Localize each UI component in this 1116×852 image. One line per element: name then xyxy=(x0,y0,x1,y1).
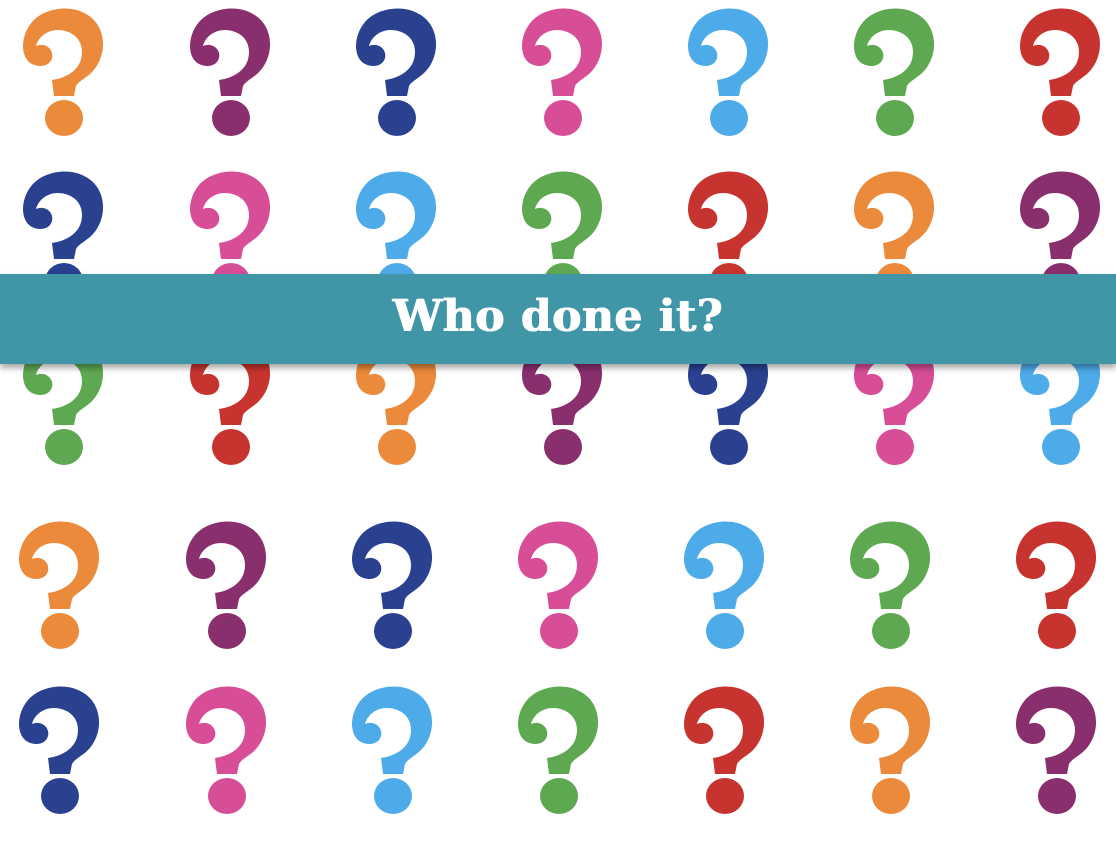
question-mark-icon xyxy=(352,521,433,649)
question-mark-icon xyxy=(1016,686,1097,814)
title-banner: Who done it? xyxy=(0,274,1116,364)
question-mark-icon xyxy=(186,521,267,649)
question-mark-icon xyxy=(186,686,267,814)
question-mark-icon xyxy=(850,686,931,814)
question-mark-pattern xyxy=(19,8,1101,814)
question-mark-icon xyxy=(356,8,437,136)
slide: Who done it? xyxy=(0,0,1116,852)
slide-title: Who done it? xyxy=(392,290,724,342)
question-mark-icon xyxy=(684,686,765,814)
question-mark-icon xyxy=(352,686,433,814)
question-mark-icon xyxy=(684,521,765,649)
question-mark-icon xyxy=(19,521,100,649)
question-mark-icon xyxy=(1020,8,1101,136)
question-mark-icon xyxy=(518,686,599,814)
question-mark-icon xyxy=(19,686,100,814)
question-mark-icon xyxy=(518,521,599,649)
question-mark-icon xyxy=(522,8,603,136)
question-mark-icon xyxy=(190,8,271,136)
question-mark-icon xyxy=(854,8,935,136)
question-mark-icon xyxy=(1016,521,1097,649)
question-mark-icon xyxy=(688,8,769,136)
question-mark-icon xyxy=(850,521,931,649)
question-mark-icon xyxy=(23,8,104,136)
